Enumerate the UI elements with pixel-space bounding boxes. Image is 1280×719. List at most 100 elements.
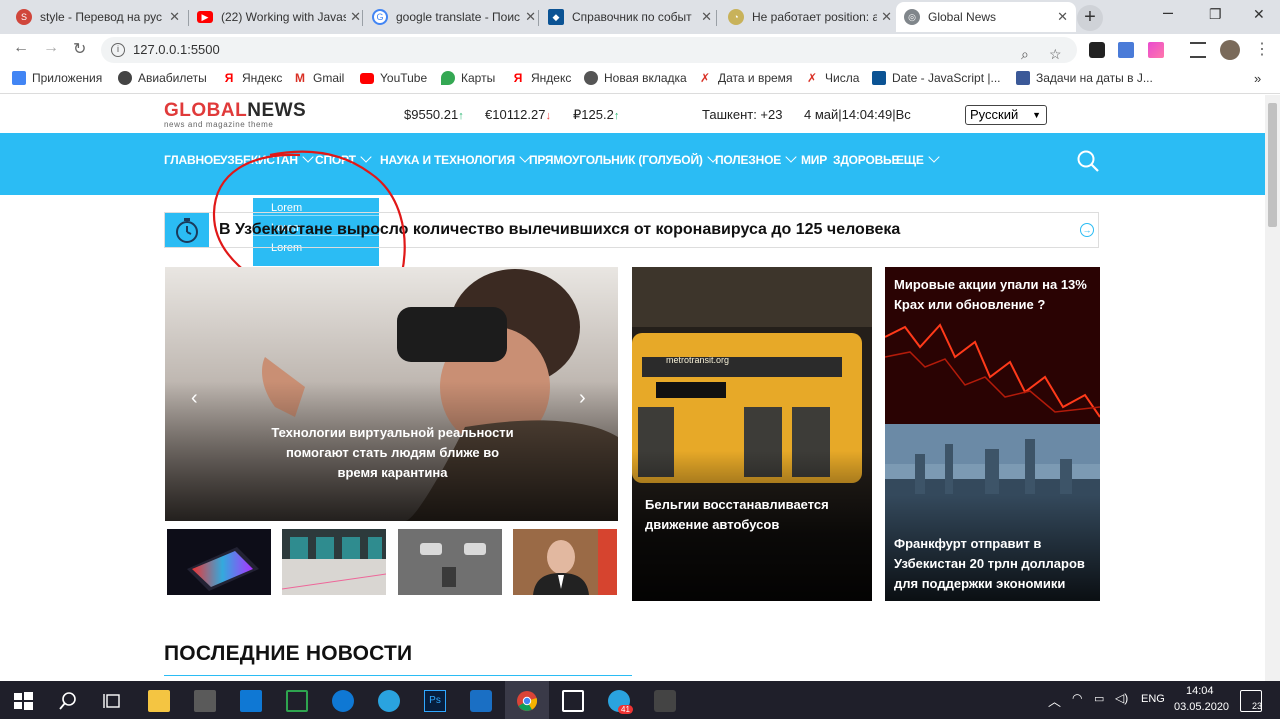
- app-e-icon[interactable]: [286, 690, 308, 712]
- bookmark-item[interactable]: Новая вкладка: [584, 71, 687, 85]
- close-icon[interactable]: ✕: [1057, 9, 1068, 25]
- nav-item-more[interactable]: ЕЩЕ: [896, 151, 940, 167]
- chevron-left-icon[interactable]: ‹: [191, 387, 198, 410]
- tab-title: (22) Working with Javas: [221, 10, 347, 24]
- battery-icon[interactable]: ▭: [1094, 692, 1104, 705]
- close-icon[interactable]: ✕: [350, 9, 361, 25]
- chevron-up-icon[interactable]: ︿: [1048, 691, 1061, 710]
- translate-extension-icon[interactable]: [1118, 42, 1134, 58]
- date-time-readout: 4 май|14:04:49|Вс: [804, 107, 911, 122]
- search-icon[interactable]: [1076, 149, 1100, 173]
- info-icon[interactable]: i: [111, 43, 125, 57]
- browser-tab[interactable]: G google translate - Поис ✕: [364, 2, 544, 32]
- logo-second: NEWS: [247, 100, 307, 121]
- bookmark-item[interactable]: Я Яндекс: [511, 71, 571, 85]
- up-arrow-icon: ↑: [458, 110, 464, 122]
- wifi-icon[interactable]: ◠: [1072, 691, 1082, 705]
- bookmark-item[interactable]: Date - JavaScript |...: [872, 71, 1001, 85]
- browser-tab-active[interactable]: ◎ Global News ✕: [896, 2, 1076, 32]
- vscode-icon[interactable]: [470, 690, 492, 712]
- nav-label: ПРЯМОУГОЛЬНИК (ГОЛУБОЙ): [529, 153, 703, 167]
- new-tab-button[interactable]: +: [1077, 5, 1103, 31]
- snip-tool-icon[interactable]: [562, 690, 584, 712]
- window-close-icon[interactable]: ✕: [1253, 6, 1265, 23]
- news-card-bus[interactable]: metrotransit.org Бельгии восстанавливает…: [632, 267, 872, 601]
- misc-app-icon[interactable]: [654, 690, 676, 712]
- maximize-icon[interactable]: ❐: [1209, 6, 1222, 23]
- windows-start-icon[interactable]: [12, 690, 34, 712]
- close-icon[interactable]: ✕: [701, 9, 712, 25]
- close-icon[interactable]: ✕: [525, 9, 536, 25]
- laptop-thumb: [187, 547, 259, 591]
- featured-slider[interactable]: ‹ › Технологии виртуальной реальности по…: [165, 267, 618, 521]
- task-view-icon[interactable]: [102, 690, 124, 712]
- nav-item-world[interactable]: МИР: [801, 153, 827, 167]
- more-bookmarks-icon[interactable]: »: [1254, 71, 1261, 86]
- store-icon[interactable]: [194, 690, 216, 712]
- page-scrollbar[interactable]: [1265, 95, 1280, 681]
- slider-thumb[interactable]: [513, 529, 617, 595]
- bookmark-item[interactable]: Я Яндекс: [222, 71, 282, 85]
- reading-list-icon[interactable]: [1190, 42, 1206, 58]
- camera-extension-icon[interactable]: [1089, 42, 1105, 58]
- yandex-icon: Я: [511, 71, 525, 85]
- language-select[interactable]: Русский ▼: [965, 105, 1047, 125]
- nav-item-useful[interactable]: ПОЛЕЗНОЕ: [715, 151, 797, 167]
- mail-icon[interactable]: [240, 690, 262, 712]
- bookmark-apps[interactable]: Приложения: [12, 71, 102, 85]
- browser-tab[interactable]: S style - Перевод на рус ✕: [8, 2, 188, 32]
- arrow-right-icon[interactable]: →: [1080, 223, 1094, 237]
- bookmark-label: Приложения: [32, 71, 103, 85]
- mdn-icon: [872, 71, 886, 85]
- bookmark-item[interactable]: ✗ Числа: [805, 71, 859, 85]
- back-icon[interactable]: ←: [13, 39, 29, 57]
- chrome-icon[interactable]: [516, 690, 538, 712]
- bookmark-item[interactable]: Авиабилеты: [118, 71, 207, 85]
- telegram-icon[interactable]: [378, 690, 400, 712]
- input-language[interactable]: ENG: [1141, 693, 1165, 705]
- file-explorer-icon[interactable]: [148, 690, 170, 712]
- news-card-stocks[interactable]: Мировые акции упали на 13% Крах или обно…: [885, 267, 1100, 424]
- search-icon[interactable]: [57, 690, 79, 712]
- bookmark-label: Авиабилеты: [138, 71, 207, 85]
- menu-kebab-icon[interactable]: ⋮: [1254, 39, 1270, 59]
- avatar[interactable]: [1220, 40, 1240, 60]
- address-bar[interactable]: i 127.0.0.1:5500 ⌕ ☆: [101, 37, 1077, 63]
- slider-thumb[interactable]: [398, 529, 502, 595]
- forward-icon[interactable]: →: [43, 39, 59, 57]
- clock-date[interactable]: 03.05.2020: [1174, 701, 1229, 713]
- bookmark-item[interactable]: M Gmail: [293, 71, 344, 85]
- figure-icon: ✗: [805, 71, 819, 85]
- photoshop-icon[interactable]: Ps: [424, 690, 446, 712]
- bookmark-item[interactable]: YouTube: [360, 71, 427, 85]
- site-logo[interactable]: GLOBALNEWS news and magazine theme: [164, 100, 306, 129]
- color-extension-icon[interactable]: [1148, 42, 1164, 58]
- slider-thumb[interactable]: [282, 529, 386, 595]
- bookmark-item[interactable]: Задачи на даты в J...: [1016, 71, 1153, 85]
- close-icon[interactable]: ✕: [169, 9, 180, 25]
- volume-icon[interactable]: ◁): [1115, 691, 1128, 705]
- scrollbar-thumb[interactable]: [1268, 103, 1277, 227]
- tab-title: google translate - Поис: [396, 10, 521, 24]
- nav-item-rectangle[interactable]: ПРЯМОУГОЛЬНИК (ГОЛУБОЙ): [529, 151, 719, 167]
- browser-tab[interactable]: ◔ Не работает position: a ✕: [720, 2, 900, 32]
- tab-title: style - Перевод на рус: [40, 10, 163, 24]
- page-viewport: GLOBALNEWS news and magazine theme $9550…: [0, 95, 1265, 681]
- news-card-city[interactable]: Франкфурт отправит в Узбекистан 20 трлн …: [885, 424, 1100, 601]
- portrait-thumb: [513, 529, 617, 595]
- slider-caption[interactable]: Технологии виртуальной реальности помога…: [265, 423, 520, 483]
- minimize-icon[interactable]: –: [1163, 2, 1173, 23]
- edge-icon[interactable]: [332, 690, 354, 712]
- chevron-right-icon[interactable]: ›: [579, 387, 586, 410]
- slider-thumb[interactable]: [167, 529, 271, 595]
- nav-label: ЕЩЕ: [896, 153, 924, 167]
- browser-tab[interactable]: ◆ Справочник по событ ✕: [540, 2, 720, 32]
- nav-item-health[interactable]: ЗДОРОВЬЕ: [833, 153, 899, 167]
- windows-taskbar: Ps 41 ︿ ◠ ▭ ◁) ENG 14:04 03.05.2020 23: [0, 681, 1280, 719]
- bookmark-item[interactable]: Карты: [441, 71, 495, 85]
- clock-time[interactable]: 14:04: [1186, 685, 1214, 697]
- reload-icon[interactable]: ↻: [73, 39, 86, 59]
- close-icon[interactable]: ✕: [881, 9, 892, 25]
- bookmark-item[interactable]: ✗ Дата и время: [698, 71, 792, 85]
- browser-tab[interactable]: ▶ (22) Working with Javas ✕: [189, 2, 369, 32]
